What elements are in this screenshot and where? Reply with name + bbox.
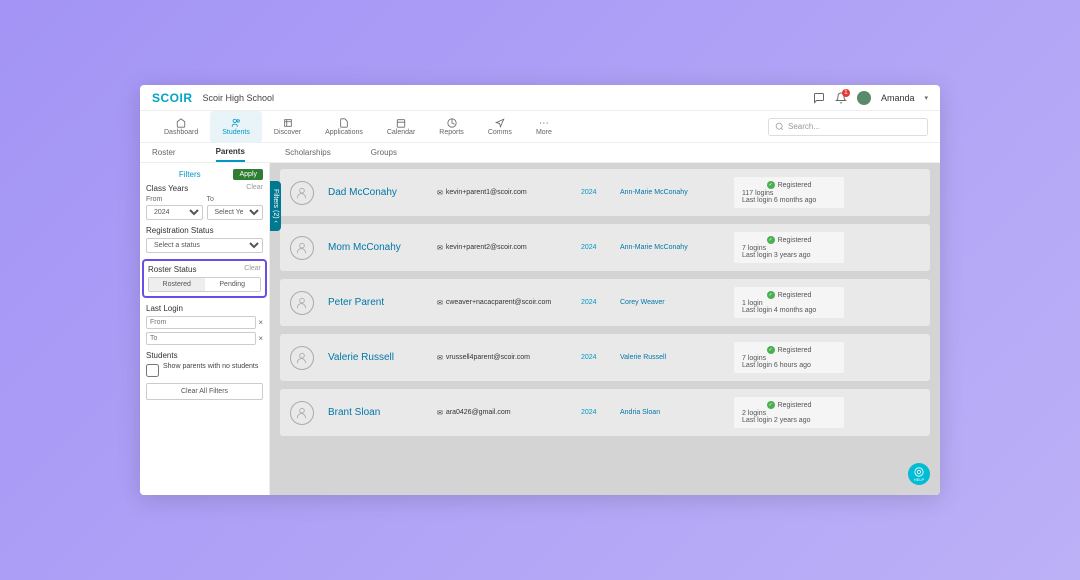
check-icon: ✓ bbox=[767, 236, 775, 244]
parent-name[interactable]: Mom McConahy bbox=[328, 242, 423, 253]
registration-select[interactable]: Select a status bbox=[146, 238, 263, 253]
notif-badge: 1 bbox=[842, 89, 850, 97]
class-year: 2024 bbox=[581, 354, 606, 361]
roster-pending-toggle[interactable]: Pending bbox=[205, 278, 261, 291]
status-card: ✓Registered 2 logins Last login 2 years … bbox=[734, 397, 844, 428]
filters-collapse-tab[interactable]: Filters (2) ‹ bbox=[270, 181, 281, 231]
help-fab[interactable]: HELP bbox=[908, 463, 930, 485]
status-card: ✓Registered 117 logins Last login 6 mont… bbox=[734, 177, 844, 208]
top-header: SCOIR Scoir High School 1 Amanda ▾ bbox=[140, 85, 940, 111]
avatar-icon bbox=[290, 236, 314, 260]
parent-row[interactable]: Peter Parent ✉cweaver+nacacparent@scoir.… bbox=[280, 279, 930, 326]
mail-icon: ✉ bbox=[437, 354, 443, 362]
class-year-from[interactable]: 2024 bbox=[146, 205, 203, 220]
avatar-icon bbox=[290, 291, 314, 315]
tab-scholarships[interactable]: Scholarships bbox=[285, 143, 331, 162]
parent-email: ✉kevin+parent1@scoir.com bbox=[437, 189, 567, 197]
mail-icon: ✉ bbox=[437, 299, 443, 307]
roster-status-section: Roster Status Clear Rostered Pending bbox=[142, 259, 267, 298]
last-login-from[interactable] bbox=[146, 316, 256, 329]
main-nav: Dashboard Students Discover Applications… bbox=[140, 111, 940, 143]
student-link[interactable]: Andria Sloan bbox=[620, 409, 720, 416]
class-year: 2024 bbox=[581, 299, 606, 306]
bell-icon[interactable]: 1 bbox=[835, 92, 847, 104]
nav-reports[interactable]: Reports bbox=[427, 111, 476, 143]
logo[interactable]: SCOIR bbox=[152, 91, 193, 105]
search-icon bbox=[775, 122, 784, 131]
chevron-left-icon: ‹ bbox=[272, 221, 279, 223]
student-link[interactable]: Corey Weaver bbox=[620, 299, 720, 306]
class-year: 2024 bbox=[581, 189, 606, 196]
filters-sidebar: Filters Apply Class YearsClear From To 2… bbox=[140, 163, 270, 495]
tab-roster[interactable]: Roster bbox=[152, 143, 176, 162]
no-students-checkbox[interactable]: Show parents with no students bbox=[146, 363, 263, 377]
parent-email: ✉cweaver+nacacparent@scoir.com bbox=[437, 299, 567, 307]
filters-label: Filters bbox=[146, 170, 233, 179]
mail-icon: ✉ bbox=[437, 244, 443, 252]
parent-name[interactable]: Brant Sloan bbox=[328, 407, 423, 418]
parent-name[interactable]: Peter Parent bbox=[328, 297, 423, 308]
parent-row[interactable]: Valerie Russell ✉vrussell4parent@scoir.c… bbox=[280, 334, 930, 381]
nav-dashboard[interactable]: Dashboard bbox=[152, 111, 210, 143]
mail-icon: ✉ bbox=[437, 189, 443, 197]
parent-email: ✉vrussell4parent@scoir.com bbox=[437, 354, 567, 362]
avatar-icon bbox=[290, 346, 314, 370]
class-year: 2024 bbox=[581, 409, 606, 416]
class-year-to[interactable]: Select Year bbox=[207, 205, 264, 220]
parent-email: ✉ara0426@gmail.com bbox=[437, 409, 567, 417]
parent-row[interactable]: Dad McConahy ✉kevin+parent1@scoir.com 20… bbox=[280, 169, 930, 216]
last-login-to[interactable] bbox=[146, 332, 256, 345]
nav-calendar[interactable]: Calendar bbox=[375, 111, 427, 143]
class-year: 2024 bbox=[581, 244, 606, 251]
clear-all-button[interactable]: Clear All Filters bbox=[146, 383, 263, 400]
student-link[interactable]: Valerie Russell bbox=[620, 354, 720, 361]
avatar-icon bbox=[290, 181, 314, 205]
help-icon bbox=[914, 467, 924, 477]
user-name[interactable]: Amanda bbox=[881, 93, 915, 103]
parent-row[interactable]: Brant Sloan ✉ara0426@gmail.com 2024 Andr… bbox=[280, 389, 930, 436]
check-icon: ✓ bbox=[767, 346, 775, 354]
chat-icon[interactable] bbox=[813, 92, 825, 104]
student-link[interactable]: Ann-Marie McConahy bbox=[620, 189, 720, 196]
parent-row[interactable]: Mom McConahy ✉kevin+parent2@scoir.com 20… bbox=[280, 224, 930, 271]
roster-title: Roster Status bbox=[148, 265, 196, 274]
student-link[interactable]: Ann-Marie McConahy bbox=[620, 244, 720, 251]
class-years-title: Class Years bbox=[146, 184, 188, 193]
search-input[interactable]: Search... bbox=[768, 118, 928, 136]
check-icon: ✓ bbox=[767, 291, 775, 299]
nav-more[interactable]: ⋯More bbox=[524, 111, 564, 143]
nav-applications[interactable]: Applications bbox=[313, 111, 375, 143]
chevron-down-icon[interactable]: ▾ bbox=[924, 94, 928, 102]
roster-rostered-toggle[interactable]: Rostered bbox=[149, 278, 205, 291]
nav-discover[interactable]: Discover bbox=[262, 111, 313, 143]
clear-from-icon[interactable]: × bbox=[258, 318, 263, 327]
apply-button[interactable]: Apply bbox=[233, 169, 263, 180]
students-title: Students bbox=[146, 351, 178, 360]
parents-list: Dad McConahy ✉kevin+parent1@scoir.com 20… bbox=[270, 163, 940, 495]
tab-parents[interactable]: Parents bbox=[216, 143, 245, 162]
nav-comms[interactable]: Comms bbox=[476, 111, 524, 143]
parent-email: ✉kevin+parent2@scoir.com bbox=[437, 244, 567, 252]
status-card: ✓Registered 7 logins Last login 3 years … bbox=[734, 232, 844, 263]
roster-clear[interactable]: Clear bbox=[244, 265, 261, 274]
tab-groups[interactable]: Groups bbox=[371, 143, 397, 162]
mail-icon: ✉ bbox=[437, 409, 443, 417]
status-card: ✓Registered 7 logins Last login 6 hours … bbox=[734, 342, 844, 373]
status-card: ✓Registered 1 login Last login 4 months … bbox=[734, 287, 844, 318]
check-icon: ✓ bbox=[767, 401, 775, 409]
clear-to-icon[interactable]: × bbox=[258, 334, 263, 343]
school-name: Scoir High School bbox=[203, 93, 275, 103]
avatar[interactable] bbox=[857, 91, 871, 105]
nav-students[interactable]: Students bbox=[210, 111, 262, 143]
sub-nav: Roster Parents Scholarships Groups bbox=[140, 143, 940, 163]
check-icon: ✓ bbox=[767, 181, 775, 189]
last-login-title: Last Login bbox=[146, 304, 183, 313]
avatar-icon bbox=[290, 401, 314, 425]
parent-name[interactable]: Dad McConahy bbox=[328, 187, 423, 198]
class-years-clear[interactable]: Clear bbox=[246, 184, 263, 193]
registration-title: Registration Status bbox=[146, 226, 214, 235]
parent-name[interactable]: Valerie Russell bbox=[328, 352, 423, 363]
